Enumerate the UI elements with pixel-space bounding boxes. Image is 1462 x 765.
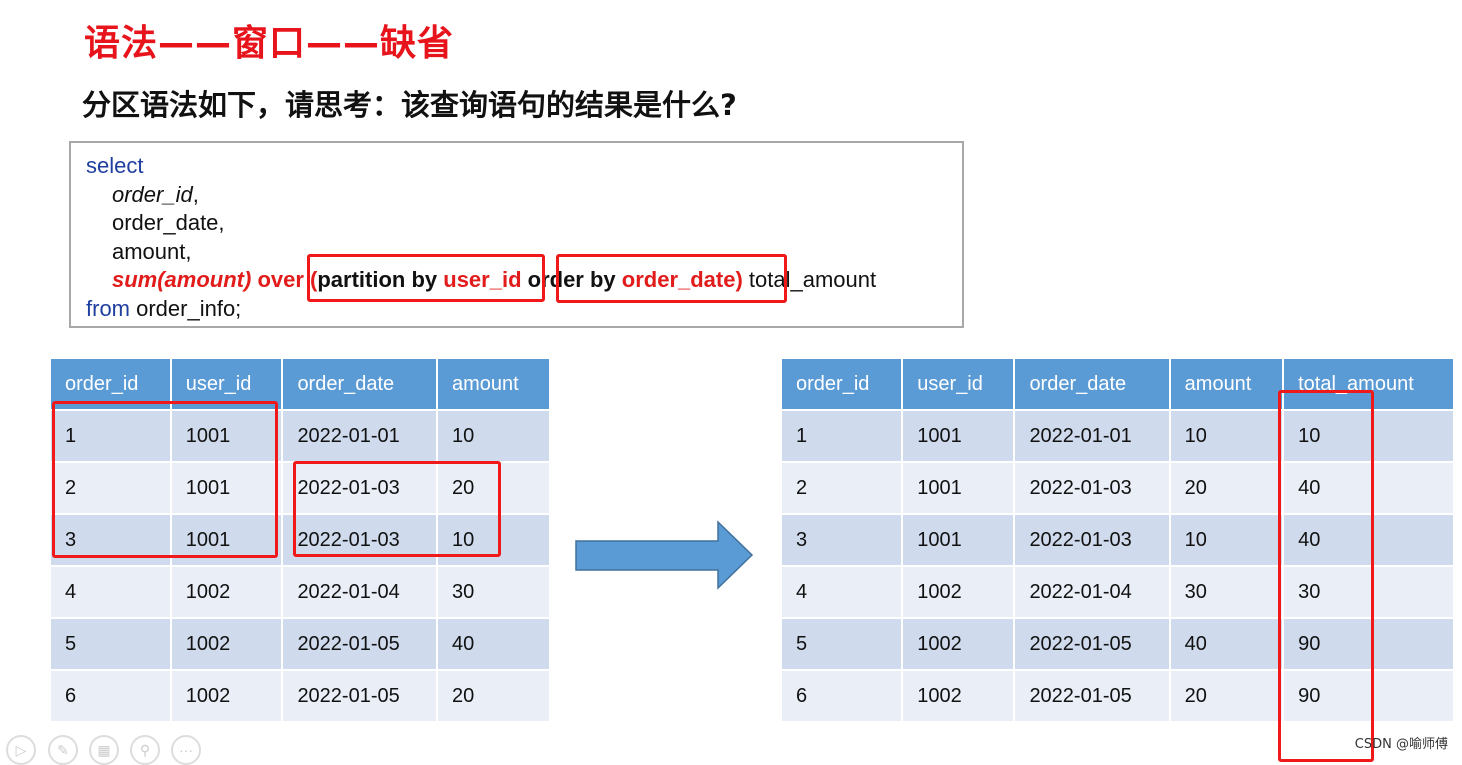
table-cell: 1001: [901, 409, 1016, 463]
page-title: 语法——窗口——缺省: [84, 23, 455, 64]
table-row: 4 1002 2022-01-04 30: [49, 565, 552, 619]
table-cell: 20: [435, 669, 552, 723]
table-cell: 1001: [901, 513, 1016, 567]
table-cell: 4: [779, 565, 904, 619]
column-header: amount: [1168, 357, 1285, 411]
table-cell: 2022-01-04: [1013, 565, 1171, 619]
table-cell: 4: [49, 565, 172, 619]
column-header: user_id: [901, 357, 1016, 411]
table-cell: 2022-01-03: [1013, 513, 1171, 567]
highlight-order-by: [556, 254, 787, 303]
table-row: 6 1002 2022-01-05 20: [49, 669, 552, 723]
table-cell: 1002: [169, 669, 284, 723]
table-cell: 10: [435, 409, 552, 463]
code-over: over: [251, 267, 311, 292]
table-cell: 2022-01-05: [281, 669, 438, 723]
table-cell: 2022-01-05: [281, 617, 438, 671]
table-cell: 20: [1168, 669, 1285, 723]
code-col2: order_date,: [112, 210, 225, 235]
table-cell: 1: [779, 409, 904, 463]
code-col1: order_id: [112, 181, 193, 207]
column-header: order_date: [1013, 357, 1171, 411]
table-cell: 1002: [169, 617, 284, 671]
zoom-icon[interactable]: ⚲: [130, 735, 160, 765]
column-header: order_id: [779, 357, 904, 411]
highlight-partition: [307, 254, 545, 302]
code-select: select: [86, 153, 144, 178]
code-sum: sum(amount): [112, 267, 252, 292]
table-cell: 2022-01-05: [1013, 669, 1171, 723]
table-cell: 3: [779, 513, 904, 567]
table-cell: 40: [1168, 617, 1285, 671]
table-cell: 2022-01-04: [281, 565, 438, 619]
table-cell: 20: [1168, 461, 1285, 515]
slides-icon[interactable]: ▦: [89, 735, 119, 765]
table-cell: 6: [49, 669, 172, 723]
table-cell: 1001: [901, 461, 1016, 515]
table-cell: 5: [49, 617, 172, 671]
pen-icon[interactable]: ✎: [48, 735, 78, 765]
table-cell: 5: [779, 617, 904, 671]
table-cell: 1002: [169, 565, 284, 619]
table-cell: 1002: [901, 617, 1016, 671]
table-cell: 30: [1168, 565, 1285, 619]
code-table: order_info;: [130, 295, 242, 321]
table-row: 5 1002 2022-01-05 40: [49, 617, 552, 671]
watermark: CSDN @喻师傅: [1354, 737, 1448, 752]
table-cell: 1002: [901, 669, 1016, 723]
highlight-partition-rows: [52, 401, 278, 558]
table-cell: 2022-01-03: [1013, 461, 1171, 515]
table-cell: 2022-01-01: [281, 409, 438, 463]
play-icon[interactable]: ▷: [6, 735, 36, 765]
table-cell: 2022-01-01: [1013, 409, 1171, 463]
table-cell: 1002: [901, 565, 1016, 619]
code-from: from: [86, 295, 130, 321]
column-header: order_date: [281, 357, 438, 411]
more-icon[interactable]: ···: [171, 735, 201, 765]
highlight-total-column: [1278, 390, 1374, 762]
table-cell: 10: [1168, 409, 1285, 463]
table-cell: 6: [779, 669, 904, 723]
arrow-right-icon: [575, 520, 754, 590]
table-cell: 40: [435, 617, 552, 671]
table-cell: 10: [1168, 513, 1285, 567]
table-cell: 2022-01-05: [1013, 617, 1171, 671]
question-text: 分区语法如下，请思考：该查询语句的结果是什么?: [82, 88, 737, 122]
table-cell: 2: [779, 461, 904, 515]
column-header: amount: [435, 357, 552, 411]
highlight-same-date-rows: [293, 461, 501, 557]
table-cell: 30: [435, 565, 552, 619]
